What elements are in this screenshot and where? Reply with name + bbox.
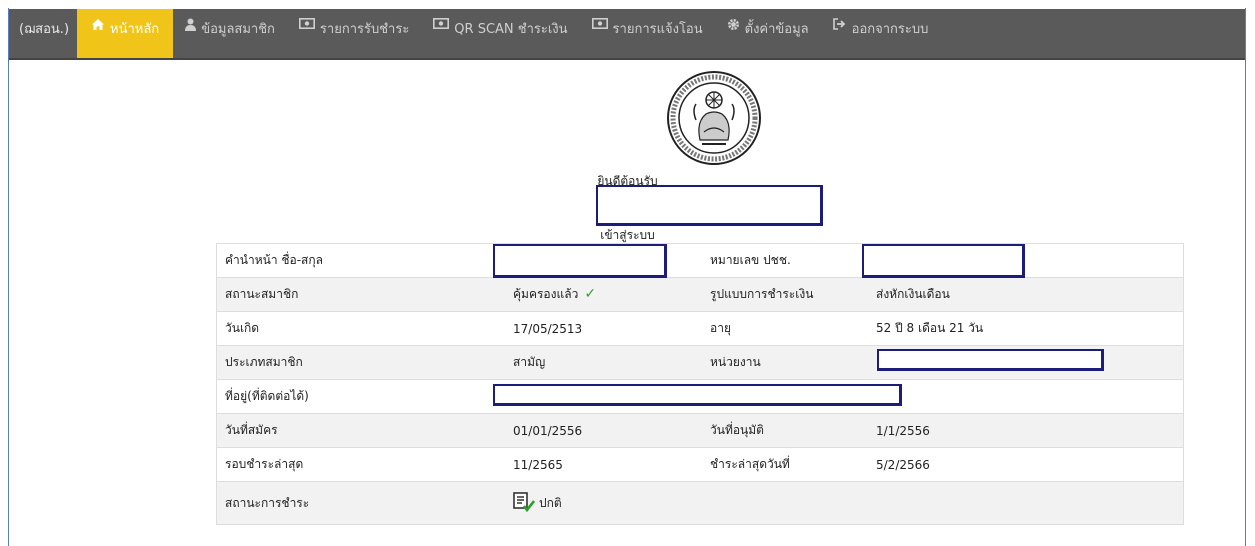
row-label: วันที่สมัคร [216,413,505,448]
row-label: รูปแบบการชำระเงิน [702,277,868,312]
nav-item-home[interactable]: หน้าหลัก [77,9,174,58]
row-value: 17/05/2513 [505,311,702,346]
payment-status-value: ปกติ [505,481,702,525]
row-label: หมายเลข ปชช. [702,243,868,278]
row-value: 11/2565 [505,447,702,482]
money-icon [298,18,315,32]
nav-item-label: QR SCAN ชำระเงิน [454,22,568,37]
nav-item-qr-scan[interactable]: QR SCAN ชำระเงิน [421,9,579,58]
row-value: 1/1/2556 [868,413,1184,448]
row-label: อายุ [702,311,868,346]
nav-item-logout[interactable]: ออกจากระบบ [821,9,941,58]
row-label: ชำระล่าสุดวันที่ [702,447,868,482]
home-icon [91,18,105,34]
table-row: คำนำหน้า ชื่อ-สกุล หมายเลข ปชช. [216,243,1184,278]
row-value [868,481,1184,525]
nav-item-label: ตั้งค่าข้อมูล [744,22,809,37]
gear-icon [727,18,740,34]
row-label: วันเกิด [216,311,505,346]
nav-item-label: รายการรับชำระ [319,22,410,37]
row-label: ประเภทสมาชิก [216,345,505,380]
row-label: วันที่อนุมัติ [702,413,868,448]
row-label: คำนำหน้า ชื่อ-สกุล [216,243,505,278]
member-status-value: คุ้มครองแล้ว ✓ [505,277,702,312]
table-row: วันเกิด 17/05/2513 อายุ 52 ปี 8 เดือน 21… [216,311,1184,346]
nav-item-settings[interactable]: ตั้งค่าข้อมูล [715,9,821,58]
nav-item-label: ข้อมูลสมาชิก [201,22,275,37]
row-value: 01/01/2556 [505,413,702,448]
row-value: 5/2/2566 [868,447,1184,482]
table-row: รอบชำระล่าสุด 11/2565 ชำระล่าสุดวันที่ 5… [216,447,1184,482]
row-value: 52 ปี 8 เดือน 21 วัน [868,311,1184,346]
row-value [868,379,1184,414]
redacted-address [493,384,902,406]
row-value: สามัญ [505,345,702,380]
nav-item-payment-list[interactable]: รายการรับชำระ [287,9,421,58]
user-icon [185,18,197,34]
nav-item-label: ออกจากระบบ [851,22,929,37]
row-label: หน่วยงาน [702,345,868,380]
redacted-department [877,349,1104,371]
document-check-icon [513,491,536,515]
nav-item-label: รายการแจ้งโอน [612,22,703,37]
row-label: รอบชำระล่าสุด [216,447,505,482]
table-row: สถานะการชำระ ปกติ [216,481,1184,525]
redacted-id-number [862,244,1025,278]
redacted-user-name [596,185,823,226]
nav-item-label: หน้าหลัก [110,22,160,37]
row-label [702,481,868,525]
row-value: ปกติ [539,495,562,510]
money-icon [433,18,450,32]
row-value: คุ้มครองแล้ว [513,287,579,301]
row-label: ที่อยู่(ที่ติดต่อได้) [216,379,505,414]
brand-label[interactable]: (ฌสอน.) [9,9,77,58]
money-icon [591,18,608,32]
logout-icon [832,18,847,33]
top-navbar: (ฌสอน.) หน้าหลัก ข้อมูลสมาชิก รายการรับช… [9,9,1245,60]
organization-seal-logo [666,70,762,166]
row-label: สถานะสมาชิก [216,277,505,312]
row-value: ส่งหักเงินเดือน [868,277,1184,312]
nav-item-member-info[interactable]: ข้อมูลสมาชิก [173,9,287,58]
row-label: สถานะการชำระ [216,481,505,525]
table-row: วันที่สมัคร 01/01/2556 วันที่อนุมัติ 1/1… [216,413,1184,448]
redacted-full-name [493,244,667,278]
check-icon: ✓ [584,286,597,302]
nav-item-transfer-list[interactable]: รายการแจ้งโอน [580,9,715,58]
table-row: สถานะสมาชิก คุ้มครองแล้ว ✓ รูปแบบการชำระเ… [216,277,1184,312]
